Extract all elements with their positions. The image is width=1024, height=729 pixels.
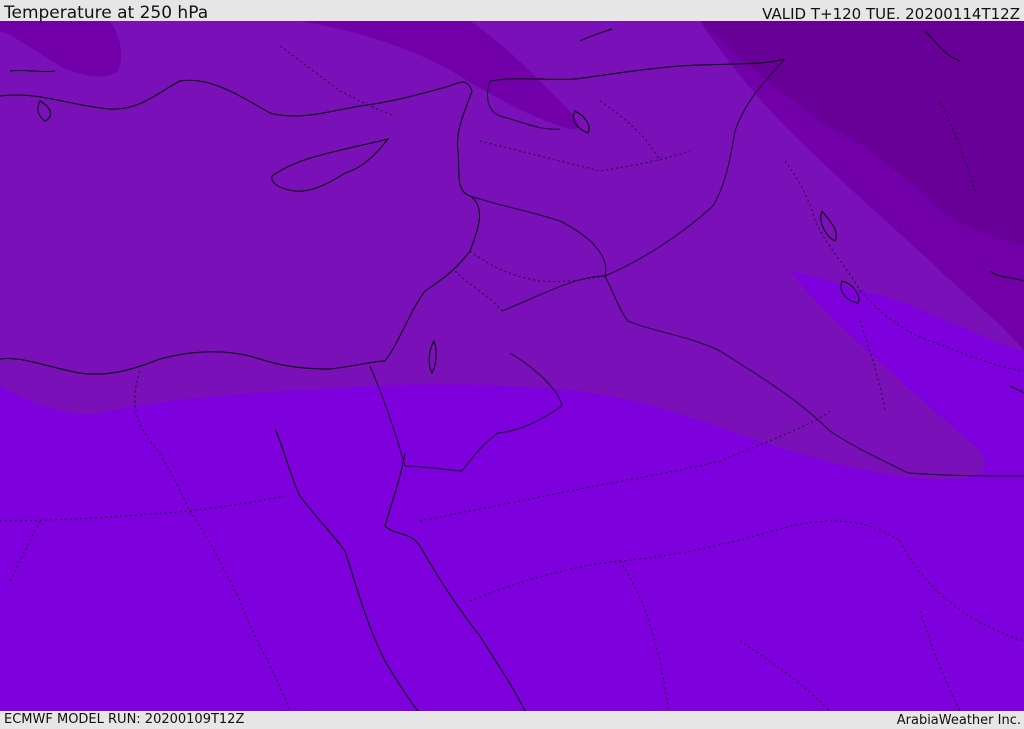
credit-label: ArabiaWeather Inc. xyxy=(896,713,1021,728)
model-run-label: ECMWF MODEL RUN: 20200109T12Z xyxy=(4,712,245,727)
valid-time-label: VALID T+120 TUE. 20200114T12Z xyxy=(762,5,1020,23)
temperature-map[interactable] xyxy=(0,21,1024,711)
footer-bar: ECMWF MODEL RUN: 20200109T12Z ArabiaWeat… xyxy=(0,711,1024,729)
map-title: Temperature at 250 hPa xyxy=(4,3,209,23)
map-viewport: Temperature at 250 hPa VALID T+120 TUE. … xyxy=(0,0,1024,729)
header-bar: Temperature at 250 hPa VALID T+120 TUE. … xyxy=(0,0,1024,23)
